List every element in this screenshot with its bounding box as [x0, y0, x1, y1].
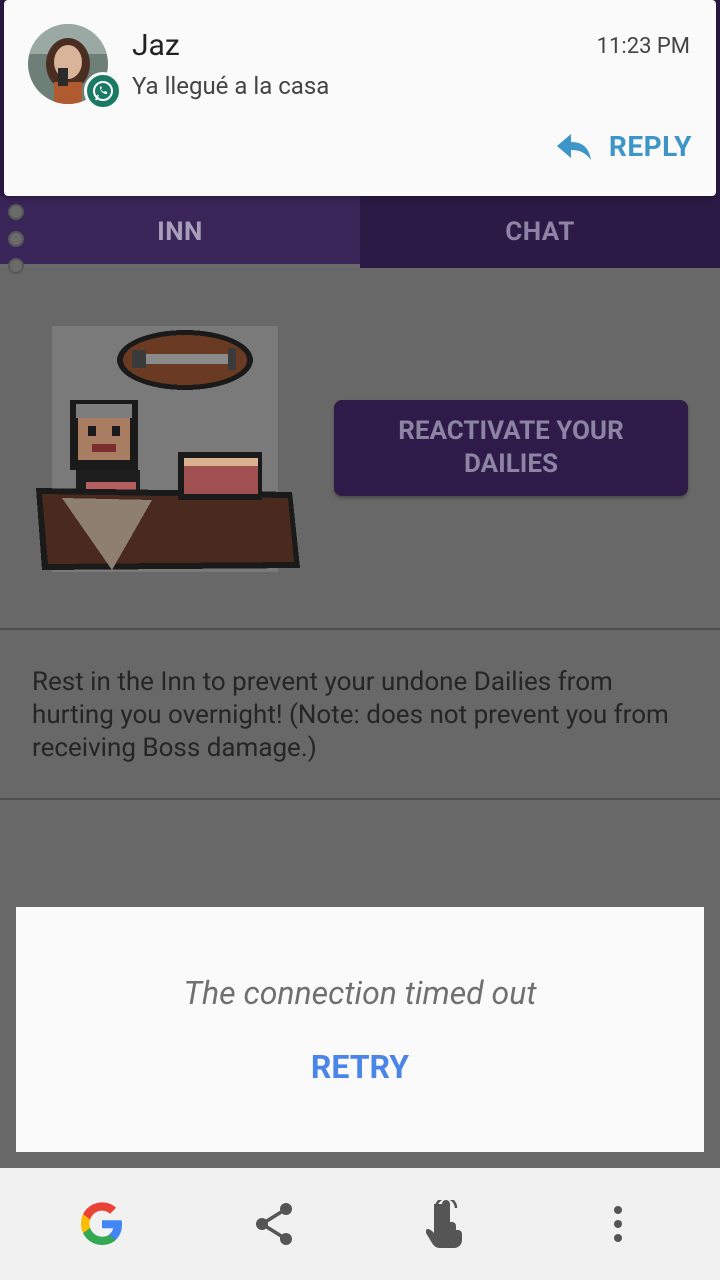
inn-description: Rest in the Inn to prevent your undone D… — [32, 667, 669, 763]
dot-icon — [8, 258, 24, 274]
whatsapp-icon — [84, 72, 122, 110]
tab-inn[interactable]: INN — [0, 196, 360, 268]
reply-label: REPLY — [608, 130, 692, 163]
divider — [0, 628, 720, 630]
innkeeper-illustration — [36, 326, 300, 572]
connection-error-dialog — [16, 907, 704, 1152]
drawer-handle[interactable] — [8, 204, 26, 274]
google-icon[interactable] — [74, 1196, 130, 1252]
notification-time: 11:23 PM — [596, 34, 690, 59]
retry-button[interactable]: RETRY — [0, 1048, 720, 1086]
touch-icon[interactable] — [418, 1196, 474, 1252]
reactivate-dailies-button[interactable]: REACTIVATE YOUR DAILIES — [334, 400, 688, 496]
dialog-message: The connection timed out — [183, 974, 537, 1012]
notification-sender: Jaz — [132, 28, 180, 63]
dot-icon — [8, 204, 24, 220]
tab-chat[interactable]: CHAT — [360, 196, 720, 268]
reply-icon — [556, 133, 591, 160]
reply-button[interactable]: REPLY — [556, 130, 692, 163]
divider — [0, 798, 720, 800]
notification-message: Ya llegué a la casa — [132, 72, 330, 100]
bottom-bar — [0, 1168, 720, 1280]
tab-bar: INN CHAT — [0, 196, 720, 268]
share-icon[interactable] — [246, 1196, 302, 1252]
more-vert-icon[interactable] — [590, 1196, 646, 1252]
dot-icon — [8, 231, 24, 247]
notification-card[interactable]: Jaz Ya llegué a la casa 11:23 PM REPLY — [4, 0, 716, 196]
